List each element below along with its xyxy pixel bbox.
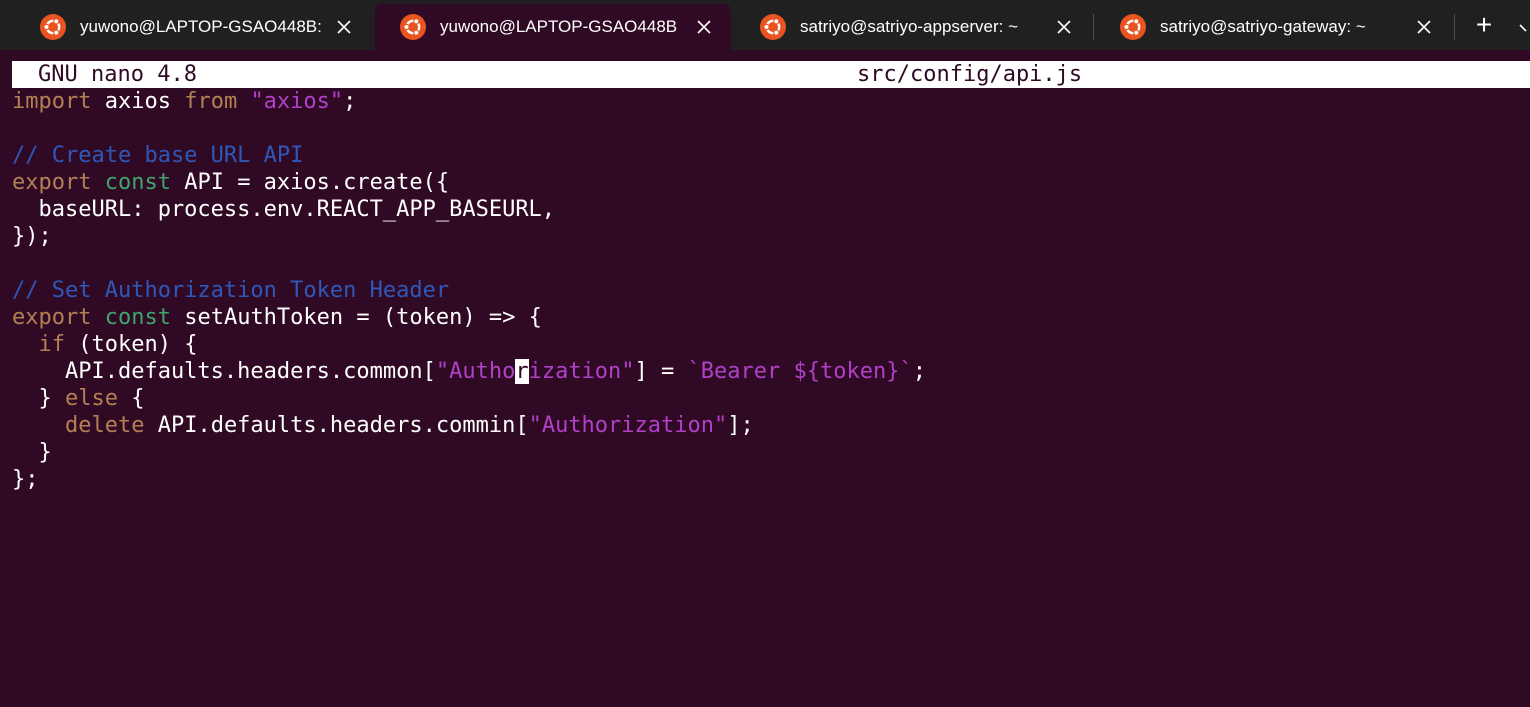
code-text: API = axios.create({ bbox=[170, 170, 450, 195]
terminal-pane[interactable]: GNU nano 4.8 src/config/api.js import ax… bbox=[0, 50, 1530, 707]
keyword-const: const bbox=[104, 305, 171, 330]
code-text: ; bbox=[343, 89, 357, 114]
code-text: axios bbox=[91, 89, 185, 114]
tab-separator bbox=[1454, 14, 1455, 40]
plus-icon: + bbox=[1475, 9, 1493, 40]
tab-label: satriyo@satriyo-appserver: ~ bbox=[800, 17, 1019, 36]
template-literal: `Bearer ${token}` bbox=[687, 359, 913, 384]
code-text: ; bbox=[912, 359, 926, 384]
close-icon[interactable] bbox=[1413, 16, 1435, 38]
code-line-8: // Set Authorization Token Header bbox=[12, 277, 1522, 304]
code-line-12: } else { bbox=[12, 385, 1522, 412]
code-line-14: } bbox=[12, 439, 1522, 466]
tab-satriyo-gateway[interactable]: satriyo@satriyo-gateway: ~ bbox=[1095, 4, 1451, 50]
new-tab-button[interactable]: + bbox=[1470, 9, 1498, 40]
code-text: }); bbox=[12, 224, 52, 249]
ubuntu-icon bbox=[40, 14, 66, 40]
keyword-const: const bbox=[104, 170, 171, 195]
code-line-9: export const setAuthToken = (token) => { bbox=[12, 304, 1522, 331]
code-line-4: export const API = axios.create({ bbox=[12, 169, 1522, 196]
text-cursor: r bbox=[515, 359, 529, 384]
string-literal: "Authorization" bbox=[528, 413, 728, 438]
code-text: API.defaults.headers.common[ bbox=[12, 359, 436, 384]
code-text: ] = bbox=[634, 359, 688, 384]
keyword: import bbox=[12, 89, 92, 114]
code-text: } bbox=[12, 386, 65, 411]
code-line-15: }; bbox=[12, 466, 1522, 493]
code-editor[interactable]: import axios from "axios"; // Create bas… bbox=[12, 88, 1522, 493]
code-text: (token) { bbox=[65, 332, 198, 357]
tab-label: yuwono@LAPTOP-GSAO448B: bbox=[80, 17, 322, 36]
code-line-3: // Create base URL API bbox=[12, 142, 1522, 169]
close-icon[interactable] bbox=[1053, 16, 1075, 38]
tab-bar: yuwono@LAPTOP-GSAO448B: yuwono@LAPTOP-GS… bbox=[0, 0, 1530, 50]
close-icon[interactable] bbox=[333, 16, 355, 38]
comment: // Create base URL API bbox=[12, 143, 304, 168]
code-text: setAuthToken = (token) => { bbox=[170, 305, 542, 330]
tab-label: yuwono@LAPTOP-GSAO448B bbox=[440, 17, 678, 36]
chevron-down-icon[interactable] bbox=[1518, 20, 1530, 36]
code-text: }; bbox=[12, 467, 39, 492]
code-text: API.defaults.headers.commin[ bbox=[144, 413, 529, 438]
code-line-5: baseURL: process.env.REACT_APP_BASEURL, bbox=[12, 196, 1522, 223]
ubuntu-icon bbox=[760, 14, 786, 40]
file-name: src/config/api.js bbox=[857, 62, 1083, 87]
code-text: ]; bbox=[727, 413, 754, 438]
string-literal: "Autho bbox=[435, 359, 516, 384]
code-text: } bbox=[12, 440, 52, 465]
tab-yuwono-1[interactable]: yuwono@LAPTOP-GSAO448B: bbox=[15, 4, 371, 50]
code-text: { bbox=[117, 386, 145, 411]
string-literal: "axios" bbox=[250, 89, 344, 114]
keyword: else bbox=[64, 386, 118, 411]
tab-label: satriyo@satriyo-gateway: ~ bbox=[1160, 17, 1366, 36]
tab-yuwono-2[interactable]: yuwono@LAPTOP-GSAO448B bbox=[375, 4, 731, 50]
code-line-10: if (token) { bbox=[12, 331, 1522, 358]
nano-title-bar: GNU nano 4.8 src/config/api.js bbox=[12, 61, 1530, 88]
code-line-11: API.defaults.headers.common["Authorizati… bbox=[12, 358, 1522, 385]
string-literal: ization" bbox=[528, 359, 635, 384]
comment: // Set Authorization Token Header bbox=[12, 278, 450, 303]
close-icon[interactable] bbox=[693, 16, 715, 38]
keyword: export bbox=[12, 305, 92, 330]
keyword: if bbox=[38, 332, 66, 357]
tab-separator bbox=[1093, 14, 1094, 40]
keyword: from bbox=[184, 89, 238, 114]
tab-satriyo-appserver[interactable]: satriyo@satriyo-appserver: ~ bbox=[735, 4, 1091, 50]
code-line-13: delete API.defaults.headers.commin["Auth… bbox=[12, 412, 1522, 439]
code-line-6: }); bbox=[12, 223, 1522, 250]
code-line-1: import axios from "axios"; bbox=[12, 88, 1522, 115]
nano-version: GNU nano 4.8 bbox=[38, 62, 197, 87]
ubuntu-icon bbox=[1120, 14, 1146, 40]
ubuntu-icon bbox=[400, 14, 426, 40]
keyword: export bbox=[12, 170, 92, 195]
keyword: delete bbox=[64, 413, 145, 438]
code-text: baseURL: process.env.REACT_APP_BASEURL, bbox=[12, 197, 556, 222]
